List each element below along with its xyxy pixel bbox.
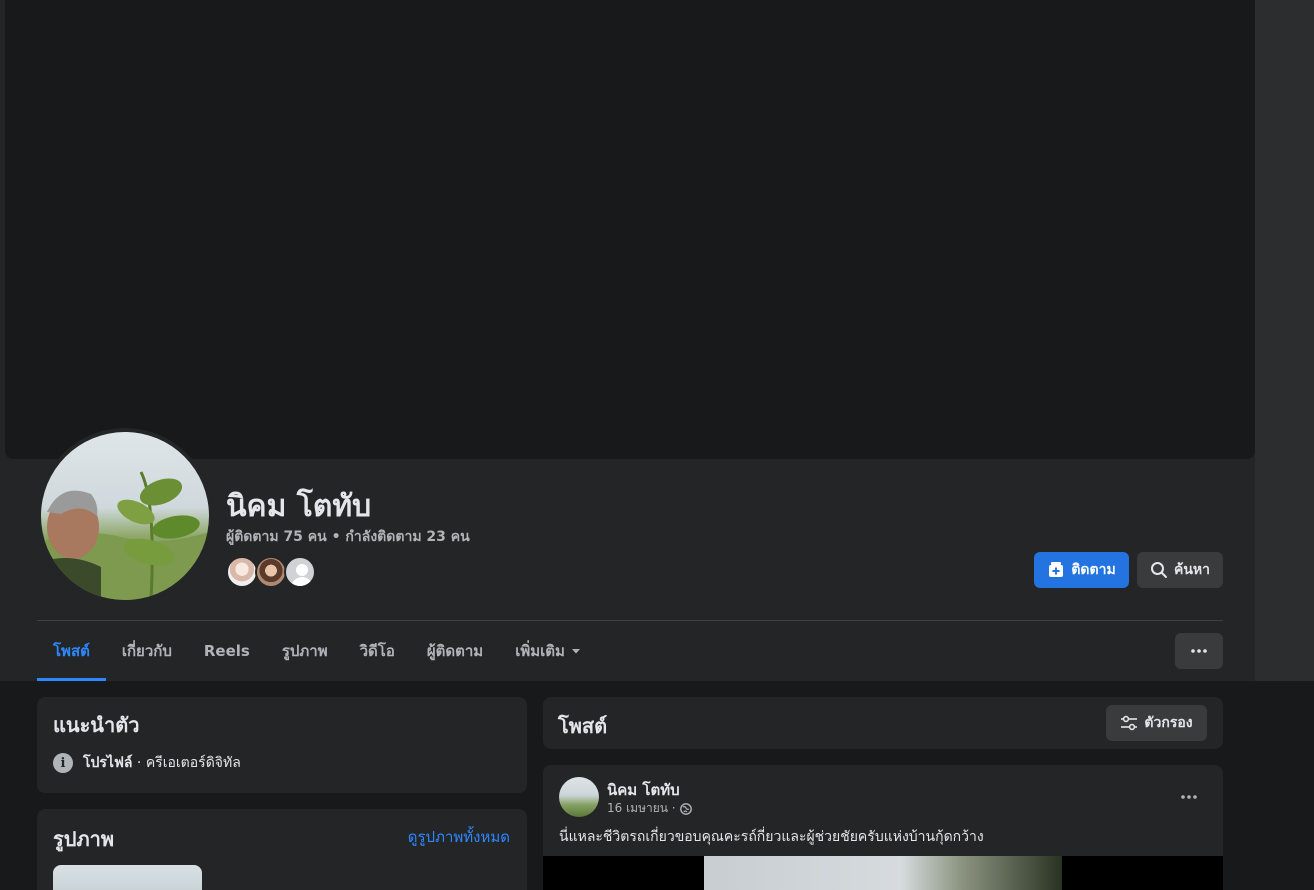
follower-avatar-default[interactable] xyxy=(284,556,316,588)
default-avatar-head xyxy=(296,564,308,576)
see-all-photos-link[interactable]: ดูรูปภาพทั้งหมด xyxy=(408,825,510,849)
posts-header-card: โพสต์ ตัวกรอง xyxy=(543,697,1223,749)
profile-tabs: โพสต์ เกี่ยวกับ Reels รูปภาพ วิดีโอ ผู้ต… xyxy=(37,621,597,681)
follow-icon xyxy=(1047,561,1065,579)
tab-label: Reels xyxy=(203,642,250,660)
tab-label: เกี่ยวกับ xyxy=(121,642,172,660)
follower-avatar[interactable] xyxy=(255,556,287,588)
intro-profile-type: โปรไฟล์ xyxy=(83,755,133,771)
more-horizontal-icon xyxy=(1181,795,1197,799)
post-text: นี่แหละชีวิตรถเกี่ยวขอบคุณคะรถ์กี่ยวและผ… xyxy=(559,829,984,845)
tab-label: วิดีโอ xyxy=(359,642,395,660)
filter-button[interactable]: ตัวกรอง xyxy=(1106,705,1207,741)
intro-card: แนะนำตัว i โปรไฟล์ · ครีเอเตอร์ดิจิทัล xyxy=(37,697,527,793)
tab-about[interactable]: เกี่ยวกับ xyxy=(106,621,188,681)
post-date[interactable]: 16 เมษายน · xyxy=(607,799,676,818)
profile-name: นิคม โตทับ xyxy=(226,489,372,524)
filter-button-label: ตัวกรอง xyxy=(1144,715,1193,731)
tab-photos[interactable]: รูปภาพ xyxy=(266,621,344,681)
search-button[interactable]: ค้นหา xyxy=(1137,552,1223,588)
post-options-button[interactable] xyxy=(1171,779,1207,815)
profile-picture[interactable] xyxy=(41,432,209,600)
tab-label: โพสต์ xyxy=(53,642,90,660)
photos-card: รูปภาพ ดูรูปภาพทั้งหมด xyxy=(37,809,527,890)
search-icon xyxy=(1150,561,1168,579)
globe-icon xyxy=(679,802,692,815)
tab-followers[interactable]: ผู้ติดตาม xyxy=(411,621,499,681)
tab-label: ผู้ติดตาม xyxy=(426,642,484,660)
profile-follow-stats[interactable]: ผู้ติดตาม 75 คน • กำลังติดตาม 23 คน xyxy=(226,526,470,548)
profile-picture-art xyxy=(41,471,209,600)
intro-profile-row: i โปรไฟล์ · ครีเอเตอร์ดิจิทัล xyxy=(53,752,241,774)
post-card: นิคม โตทับ 16 เมษายน · นี่แหละชีวิตรถเกี… xyxy=(543,765,1223,890)
filter-sliders-icon xyxy=(1120,715,1138,731)
tab-label: รูปภาพ xyxy=(281,642,328,660)
post-author-avatar[interactable] xyxy=(559,777,599,817)
tab-reels[interactable]: Reels xyxy=(188,621,266,681)
right-edge-strip xyxy=(1255,0,1314,681)
follow-button[interactable]: ติดตาม xyxy=(1034,552,1129,588)
tab-more[interactable]: เพิ่มเติม xyxy=(499,621,597,681)
tab-videos[interactable]: วิดีโอ xyxy=(344,621,411,681)
intro-title: แนะนำตัว xyxy=(53,713,140,737)
intro-profile-category: · ครีเอเตอร์ดิจิทัล xyxy=(132,755,241,771)
post-media[interactable] xyxy=(543,856,1223,890)
profile-more-options-button[interactable] xyxy=(1175,633,1223,669)
profile-picture-frame[interactable] xyxy=(37,428,213,604)
tab-label: เพิ่มเติม xyxy=(515,642,565,660)
follow-button-label: ติดตาม xyxy=(1071,562,1116,578)
posts-title: โพสต์ xyxy=(558,714,608,738)
post-image[interactable] xyxy=(704,856,1062,890)
photo-thumbnail[interactable] xyxy=(53,865,202,890)
caret-down-icon xyxy=(571,646,581,656)
search-button-label: ค้นหา xyxy=(1173,562,1211,578)
post-meta: 16 เมษายน · xyxy=(607,799,692,818)
photos-title: รูปภาพ xyxy=(53,827,115,851)
cover-photo[interactable] xyxy=(5,0,1255,459)
info-icon: i xyxy=(53,753,73,773)
tab-posts[interactable]: โพสต์ xyxy=(37,621,106,681)
more-horizontal-icon xyxy=(1191,649,1207,653)
follower-avatar[interactable] xyxy=(226,556,258,588)
